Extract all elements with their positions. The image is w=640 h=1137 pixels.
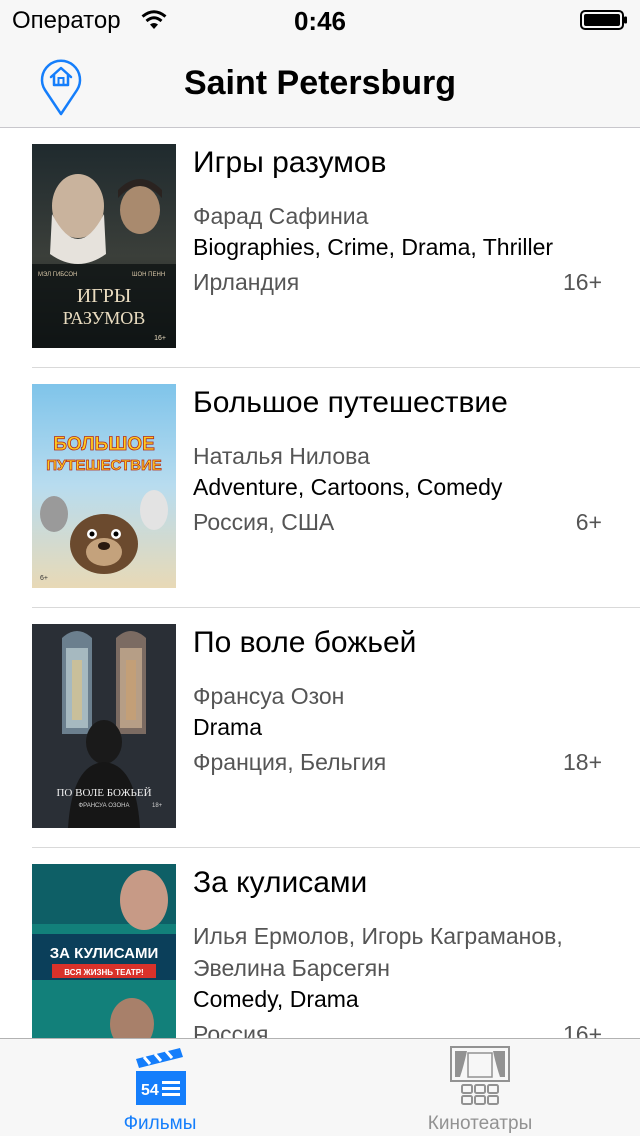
movie-genres: Comedy, Drama xyxy=(193,986,359,1012)
poster-title-line2: РАЗУМОВ xyxy=(63,308,146,328)
movie-title: Игры разумов xyxy=(193,146,387,179)
movie-poster: ЗА КУЛИСАМИ ВСЯ ЖИЗНЬ ТЕАТР! xyxy=(32,864,176,1038)
page-title: Saint Petersburg xyxy=(183,64,457,102)
movie-age-rating: 18+ xyxy=(562,749,602,775)
movie-row[interactable]: БОЛЬШОЕ ПУТЕШЕСТВИЕ 6+ Большое путешеств… xyxy=(0,368,640,608)
movie-list[interactable]: МЭЛ ГИБСОН ШОН ПЕНН ИГРЫ РАЗУМОВ 16+ Игр… xyxy=(0,128,640,1038)
tab-label: Фильмы xyxy=(123,1113,197,1134)
status-time: 0:46 xyxy=(293,6,347,36)
movie-country: Россия, США xyxy=(193,509,335,535)
poster-age: 16+ xyxy=(154,335,166,342)
tab-cinemas[interactable]: Кинотеатры xyxy=(320,1039,640,1137)
poster-age: 18+ xyxy=(152,803,163,809)
movie-genres: Biographies, Crime, Drama, Thriller xyxy=(193,234,554,260)
movie-age-rating: 16+ xyxy=(562,1021,602,1038)
movie-director: Илья Ермолов, Игорь Каграманов, Эвелина … xyxy=(193,923,563,981)
movie-genres: Adventure, Cartoons, Comedy xyxy=(193,474,503,500)
movie-director: Наталья Нилова xyxy=(193,443,370,469)
movie-poster: ПО ВОЛЕ БОЖЬЕЙ ФРАНСУА ОЗОНА 18+ xyxy=(32,624,176,828)
movie-title: Большое путешествие xyxy=(193,386,508,419)
status-bar: Оператор 0:46 xyxy=(0,0,640,40)
tab-movies[interactable]: 54 Фильмы xyxy=(0,1039,320,1137)
poster-title-line1: ИГРЫ xyxy=(77,285,132,307)
tab-label: Кинотеатры xyxy=(427,1113,533,1134)
movie-director: Фарад Сафиниа xyxy=(193,203,369,229)
movie-title: По воле божьей xyxy=(193,626,417,659)
movie-row[interactable]: ПО ВОЛЕ БОЖЬЕЙ ФРАНСУА ОЗОНА 18+ По воле… xyxy=(0,608,640,848)
clapperboard-icon: 54 xyxy=(136,1048,186,1105)
poster-actor-right: ШОН ПЕНН xyxy=(132,272,165,278)
movie-country: Франция, Бельгия xyxy=(193,749,387,775)
movie-genres: Drama xyxy=(193,714,263,740)
poster-title-line2: ФРАНСУА ОЗОНА xyxy=(79,803,130,809)
movie-title: За кулисами xyxy=(193,866,368,899)
battery-icon xyxy=(580,10,627,30)
movie-director: Франсуа Озон xyxy=(193,683,345,709)
movie-poster: БОЛЬШОЕ ПУТЕШЕСТВИЕ 6+ xyxy=(32,384,176,588)
movie-age-rating: 16+ xyxy=(562,269,602,295)
movie-age-rating: 6+ xyxy=(575,509,602,535)
tab-bar: 54 Фильмы Кинотеатры xyxy=(0,1038,640,1136)
navigation-bar: Saint Petersburg xyxy=(0,40,640,128)
poster-actor-left: МЭЛ ГИБСОН xyxy=(38,272,77,278)
cinema-screen-icon xyxy=(450,1046,510,1105)
movie-row[interactable]: МЭЛ ГИБСОН ШОН ПЕНН ИГРЫ РАЗУМОВ 16+ Игр… xyxy=(0,128,640,368)
svg-text:54: 54 xyxy=(141,1082,159,1099)
poster-title-line2: ПУТЕШЕСТВИЕ xyxy=(46,457,162,474)
movie-country: Ирландия xyxy=(193,269,300,295)
movie-poster: МЭЛ ГИБСОН ШОН ПЕНН ИГРЫ РАЗУМОВ 16+ xyxy=(32,144,176,348)
poster-title-line1: БОЛЬШОЕ xyxy=(53,434,155,455)
movie-row[interactable]: ЗА КУЛИСАМИ ВСЯ ЖИЗНЬ ТЕАТР! За кулисами… xyxy=(0,848,640,1038)
poster-age: 6+ xyxy=(40,575,48,582)
movie-country: Россия xyxy=(193,1021,269,1038)
poster-title-line1: ПО ВОЛЕ БОЖЬЕЙ xyxy=(56,787,151,799)
poster-title-line1: ЗА КУЛИСАМИ xyxy=(50,945,159,962)
poster-title-line2: ВСЯ ЖИЗНЬ ТЕАТР! xyxy=(64,968,143,977)
